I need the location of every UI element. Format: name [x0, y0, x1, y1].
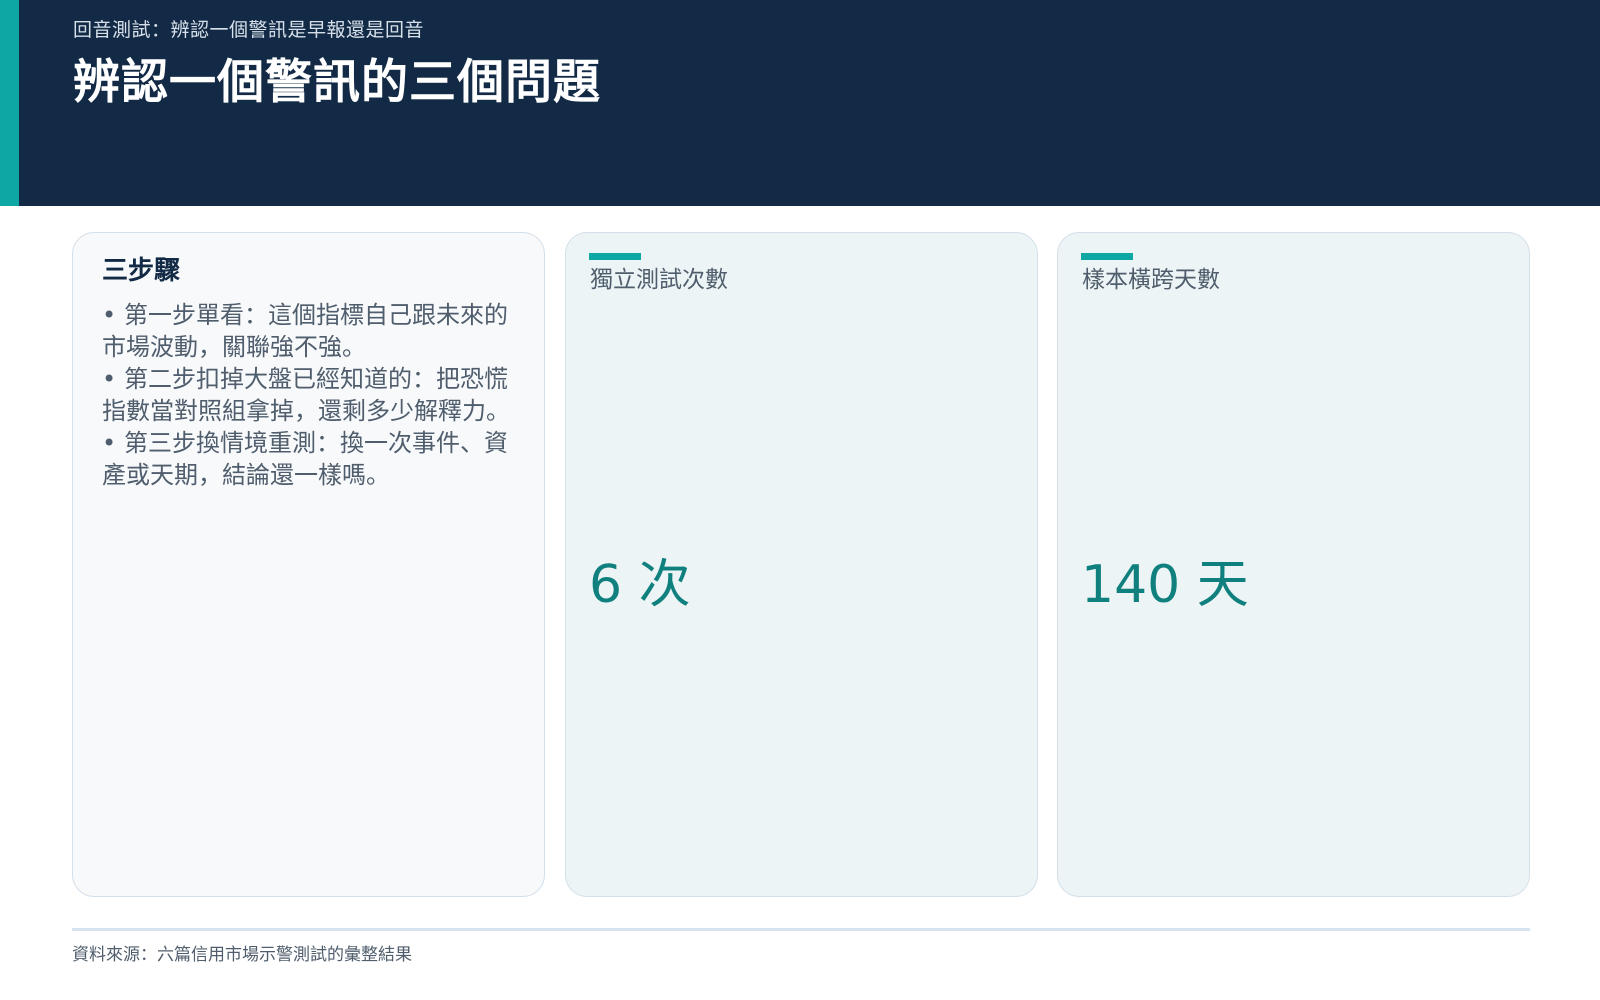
step-item-1: • 第一步單看：這個指標自己跟未來的市場波動，關聯強不強。	[102, 299, 517, 363]
bullet-icon: •	[102, 429, 117, 457]
step-text: 第一步單看：這個指標自己跟未來的市場波動，關聯強不強。	[102, 301, 508, 361]
metric-accent-bar	[589, 253, 641, 260]
page-kicker: 回音測試：辨認一個警訊是早報還是回音	[73, 19, 425, 41]
step-item-2: • 第二步扣掉大盤已經知道的：把恐慌指數當對照組拿掉，還剩多少解釋力。	[102, 363, 517, 427]
metric-card-days: 樣本橫跨天數 140 天	[1057, 232, 1530, 897]
metric-accent-bar	[1081, 253, 1133, 260]
footer-divider	[72, 928, 1530, 931]
page-title: 辨認一個警訊的三個問題	[73, 55, 601, 110]
step-text: 第三步換情境重測：換一次事件、資產或天期，結論還一樣嗎。	[102, 429, 508, 489]
step-text: 第二步扣掉大盤已經知道的：把恐慌指數當對照組拿掉，還剩多少解釋力。	[102, 365, 510, 425]
header-banner: 回音測試：辨認一個警訊是早報還是回音 辨認一個警訊的三個問題	[0, 0, 1600, 206]
bullet-icon: •	[102, 365, 117, 393]
metric-value: 140 天	[1081, 555, 1249, 615]
source-note: 資料來源：六篇信用市場示警測試的彙整結果	[72, 945, 412, 965]
steps-list: • 第一步單看：這個指標自己跟未來的市場波動，關聯強不強。 • 第二步扣掉大盤已經知…	[102, 299, 517, 491]
metric-label: 獨立測試次數	[590, 267, 728, 293]
bullet-icon: •	[102, 301, 117, 329]
metric-card-tests: 獨立測試次數 6 次	[565, 232, 1038, 897]
steps-card: 三步驟 • 第一步單看：這個指標自己跟未來的市場波動，關聯強不強。 • 第二步扣掉大…	[72, 232, 545, 897]
step-item-3: • 第三步換情境重測：換一次事件、資產或天期，結論還一樣嗎。	[102, 427, 517, 491]
header-accent-bar	[0, 0, 19, 206]
metric-label: 樣本橫跨天數	[1082, 267, 1220, 293]
steps-card-title: 三步驟	[102, 256, 181, 286]
metric-value: 6 次	[589, 555, 691, 615]
